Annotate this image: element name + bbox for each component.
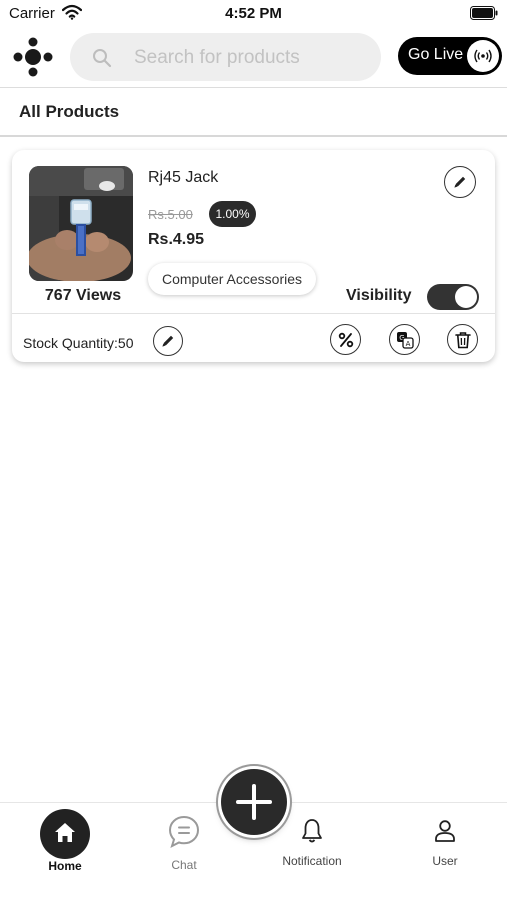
nav-label-chat: Chat [171,858,197,872]
home-active-circle [40,809,90,859]
section-divider [0,135,507,137]
visibility-toggle[interactable] [427,284,479,310]
header-divider [0,87,507,88]
battery-icon [470,6,498,20]
product-name: Rj45 Jack [148,169,219,186]
discounted-price: Rs.4.95 [148,231,205,248]
pencil-icon [454,176,466,188]
go-live-toggle[interactable]: Go Live [398,37,502,75]
svg-text:A: A [406,340,411,348]
search-icon [93,49,112,68]
clock: 4:52 PM [225,5,282,22]
user-icon [435,820,455,842]
stock-quantity: Stock Quantity:50 [23,335,134,351]
plus-icon [236,784,272,820]
pencil-icon [162,335,174,347]
chat-icon [168,815,200,848]
original-price: Rs.5.00 [148,207,193,222]
discount-badge: 1.00% [209,201,256,227]
category-chip[interactable]: Computer Accessories [148,263,316,295]
discount-button[interactable] [330,324,361,355]
page-title: All Products [19,102,120,121]
translate-icon: G A [397,332,414,349]
toggle-knob [455,286,477,308]
header: Search for products Go Live [0,28,507,88]
card-divider [12,313,495,314]
go-live-knob [467,40,499,72]
edit-product-button[interactable] [444,166,476,198]
home-icon [55,823,75,842]
search-input[interactable]: Search for products [70,33,381,81]
edit-stock-button[interactable] [153,326,183,356]
go-live-label: Go Live [408,46,464,63]
product-card[interactable]: 767 Views Rj45 Jack Rs.5.00 1.00% Rs.4.9… [12,150,495,362]
delete-button[interactable] [447,324,478,355]
percent-icon [338,332,354,348]
nav-label-home: Home [48,859,82,873]
nav-label-notification: Notification [282,854,342,868]
status-bar: Carrier 4:52 PM [0,0,507,28]
visibility-label: Visibility [346,287,412,304]
trash-icon [455,332,471,349]
bell-icon [302,819,322,843]
search-placeholder: Search for products [134,47,300,68]
app-logo-icon[interactable] [12,36,54,78]
product-image[interactable] [29,166,133,281]
add-product-button[interactable] [221,769,287,835]
translate-button[interactable]: G A [389,324,420,355]
broadcast-icon [474,49,492,63]
views-count: 767 Views [44,287,122,304]
nav-label-user: User [432,854,458,868]
